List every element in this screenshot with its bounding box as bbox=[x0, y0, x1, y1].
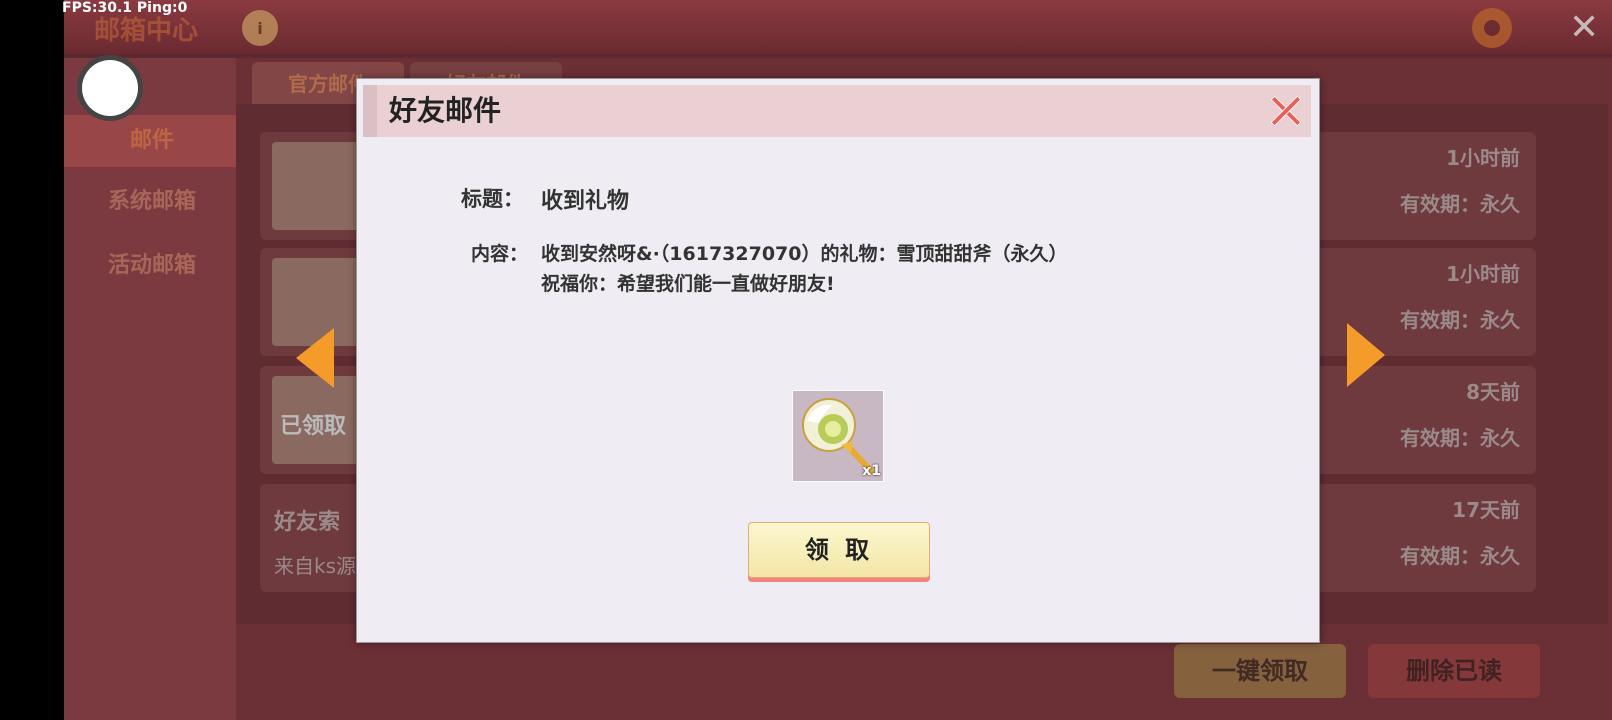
side-tab-activity[interactable]: 活动邮箱 bbox=[64, 240, 240, 292]
mail-validity: 有效期：永久 bbox=[1400, 544, 1520, 568]
gear-icon[interactable] bbox=[1472, 8, 1512, 48]
delete-read-button[interactable]: 删除已读 bbox=[1368, 644, 1540, 698]
top-bar: 邮箱中心 i ✕ bbox=[64, 0, 1612, 54]
mail-validity: 有效期：永久 bbox=[1400, 192, 1520, 216]
claim-all-button[interactable]: 一键领取 bbox=[1174, 644, 1346, 698]
received-badge: 已领取 bbox=[280, 414, 347, 439]
close-icon[interactable]: ✕ bbox=[1569, 8, 1599, 48]
content-text: 祝福你：希望我们能一直做好朋友! bbox=[541, 273, 835, 295]
dialog-title: 好友邮件 bbox=[389, 94, 502, 127]
side-tab-mail[interactable]: 邮件 bbox=[64, 115, 240, 167]
content-label: 内容： bbox=[471, 243, 529, 265]
content-text: 收到安然呀&·（1617327070）的礼物：雪顶甜甜斧（永久） bbox=[541, 243, 1068, 265]
close-icon[interactable] bbox=[1270, 95, 1300, 125]
friend-mail-dialog: 好友邮件 标题： 收到礼物 内容： 收到安然呀&·（1617327070）的礼物… bbox=[356, 78, 1320, 643]
side-tab-system[interactable]: 系统邮箱 bbox=[64, 176, 240, 228]
item-count: x1 bbox=[862, 463, 881, 479]
claim-button[interactable]: 领 取 bbox=[748, 522, 930, 578]
next-arrow-icon[interactable] bbox=[1347, 323, 1385, 387]
mail-sender: 来自ks源 bbox=[274, 554, 357, 578]
dialog-header bbox=[363, 85, 1311, 137]
subject-value: 收到礼物 bbox=[541, 189, 630, 214]
mail-time: 1小时前 bbox=[1446, 146, 1520, 170]
mail-time: 8天前 bbox=[1466, 380, 1520, 404]
floating-record-button[interactable] bbox=[82, 60, 138, 116]
mail-title: 好友索 bbox=[274, 510, 341, 535]
mail-validity: 有效期：永久 bbox=[1400, 308, 1520, 332]
mail-time: 1小时前 bbox=[1446, 262, 1520, 286]
mail-time: 17天前 bbox=[1452, 498, 1520, 522]
sender-avatar bbox=[272, 142, 362, 230]
subject-label: 标题： bbox=[461, 187, 524, 211]
reward-item-slot[interactable]: x1 bbox=[792, 390, 884, 482]
mail-validity: 有效期：永久 bbox=[1400, 426, 1520, 450]
prev-arrow-icon[interactable] bbox=[296, 328, 334, 388]
fps-counter: FPS:30.1 Ping:0 bbox=[62, 0, 188, 16]
info-icon[interactable]: i bbox=[242, 10, 278, 46]
